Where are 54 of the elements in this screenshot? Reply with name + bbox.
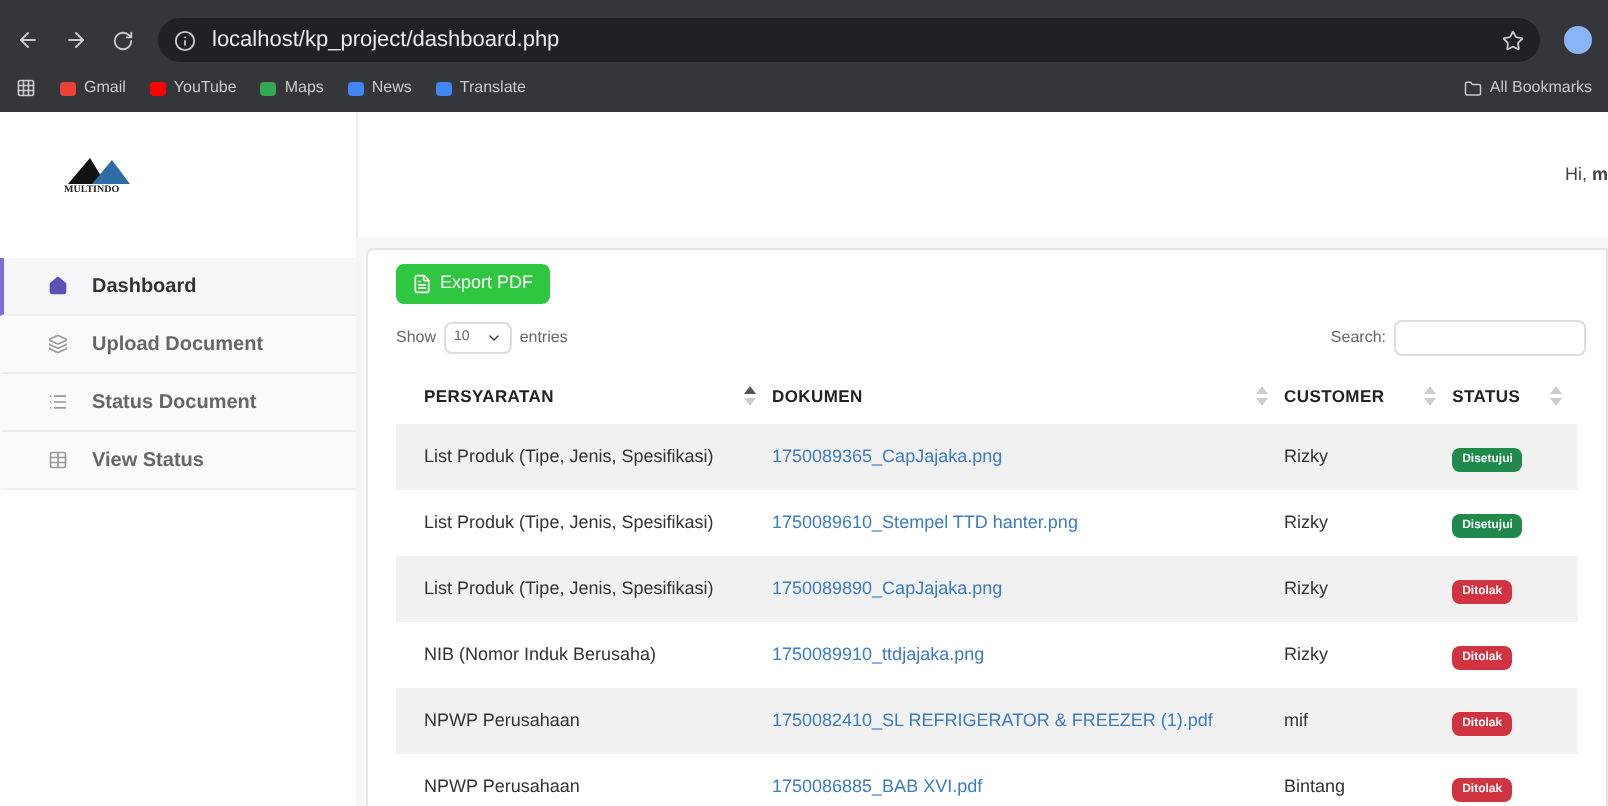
bookmark-link[interactable]: News bbox=[347, 76, 412, 100]
table-cell: Bintang bbox=[1284, 775, 1346, 796]
table-cell: List Produk (Tipe, Jenis, Spesifikasi) bbox=[424, 445, 714, 466]
apps-icon[interactable] bbox=[16, 78, 36, 98]
home-icon bbox=[48, 276, 68, 296]
table-cell: Rizky bbox=[1284, 445, 1328, 466]
back-icon[interactable] bbox=[16, 28, 40, 52]
forward-icon[interactable] bbox=[64, 28, 88, 52]
list-icon bbox=[48, 392, 68, 412]
column-header[interactable]: CUSTOMER bbox=[1284, 383, 1385, 409]
folder-icon bbox=[1463, 79, 1482, 97]
document-link[interactable]: 1750089365_CapJajaka.png bbox=[772, 445, 1003, 466]
column-header[interactable]: PERSYARATAN bbox=[424, 383, 554, 409]
document-icon bbox=[412, 274, 432, 294]
address-bar[interactable]: localhost/kp_project/dashboard.php bbox=[158, 18, 1540, 62]
table-cell: Rizky bbox=[1284, 511, 1328, 532]
url-text: localhost/kp_project/dashboard.php bbox=[212, 25, 560, 56]
profile-avatar[interactable] bbox=[1564, 26, 1592, 54]
show-label: Show bbox=[396, 326, 437, 350]
bookmark-link[interactable]: Maps bbox=[260, 76, 324, 100]
star-icon[interactable] bbox=[1502, 29, 1524, 51]
layers-icon bbox=[48, 334, 68, 354]
chevron-down-icon bbox=[485, 330, 502, 346]
bookmark-link[interactable]: YouTube bbox=[149, 76, 237, 100]
table-cell: List Produk (Tipe, Jenis, Spesifikasi) bbox=[424, 511, 714, 532]
table-cell: Rizky bbox=[1284, 577, 1328, 598]
info-icon bbox=[174, 29, 196, 51]
greeting-text: Hi, m bbox=[1564, 161, 1608, 188]
all-bookmarks-link[interactable]: All Bookmarks bbox=[1463, 76, 1592, 100]
search-label: Search: bbox=[1330, 326, 1386, 350]
bookmark-link[interactable]: Gmail bbox=[60, 76, 126, 100]
sort-icon[interactable] bbox=[744, 386, 756, 406]
table-cell: NPWP Perusahaan bbox=[424, 709, 580, 730]
search-field[interactable] bbox=[1394, 320, 1586, 356]
table-cell: mif bbox=[1284, 709, 1308, 730]
document-link[interactable]: 1750089910_ttdjajaka.png bbox=[772, 643, 985, 664]
table-cell: List Produk (Tipe, Jenis, Spesifikasi) bbox=[424, 577, 714, 598]
table-cell: NIB (Nomor Induk Berusaha) bbox=[424, 643, 657, 664]
reload-icon[interactable] bbox=[112, 29, 134, 51]
document-link[interactable]: 1750086885_BAB XVI.pdf bbox=[772, 775, 983, 796]
sidebar-item[interactable]: View Status bbox=[0, 432, 356, 490]
entries-label: entries bbox=[519, 326, 568, 350]
sidebar-item[interactable]: Upload Document bbox=[0, 316, 356, 374]
bookmark-link[interactable]: Translate bbox=[435, 76, 526, 100]
document-link[interactable]: 1750089890_CapJajaka.png bbox=[772, 577, 1003, 598]
table-icon bbox=[48, 450, 68, 470]
column-header[interactable]: STATUS bbox=[1452, 383, 1521, 409]
sidebar-item[interactable]: Dashboard bbox=[0, 258, 356, 316]
document-link[interactable]: 1750082410_SL REFRIGERATOR & FREEZER (1).pdf bbox=[772, 709, 1213, 730]
document-link[interactable]: 1750089610_Stempel TTD hanter.png bbox=[772, 511, 1078, 532]
column-header[interactable]: DOKUMEN bbox=[772, 383, 863, 409]
sidebar-item[interactable]: Status Document bbox=[0, 374, 356, 432]
table-cell: NPWP Perusahaan bbox=[424, 775, 580, 796]
table-cell: Rizky bbox=[1284, 643, 1328, 664]
